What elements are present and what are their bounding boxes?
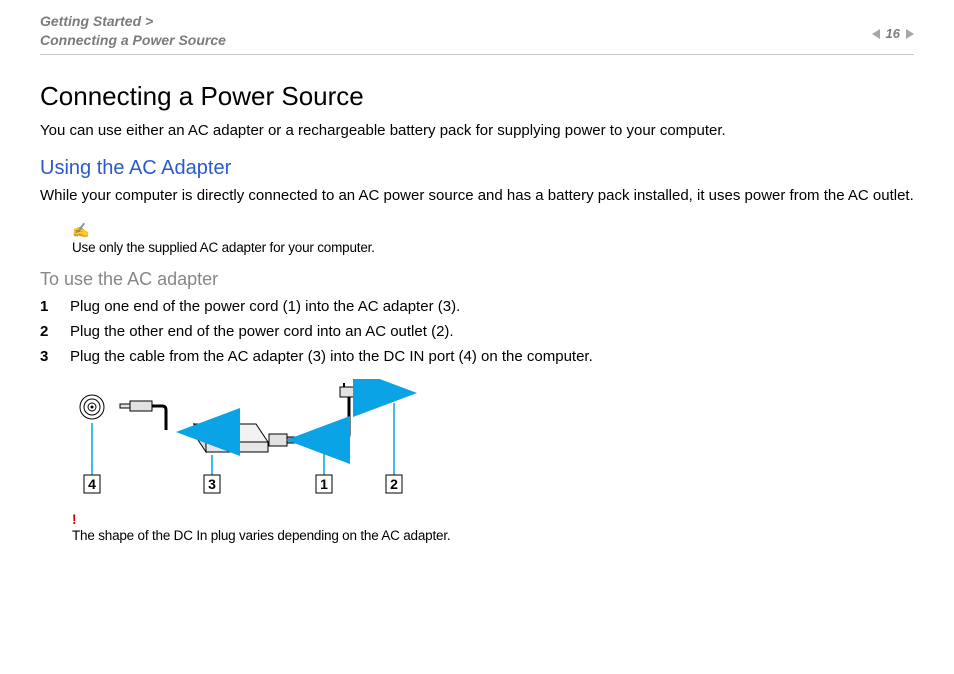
next-page-icon[interactable] xyxy=(906,29,914,39)
callout-label: 1 xyxy=(320,476,328,492)
intro-text: You can use either an AC adapter or a re… xyxy=(40,122,914,139)
steps-list: 1 Plug one end of the power cord (1) int… xyxy=(40,298,914,365)
page-number: 16 xyxy=(886,26,900,41)
document-page: Getting Started > Connecting a Power Sou… xyxy=(0,0,954,674)
dc-in-port-icon xyxy=(80,395,104,419)
note-text: Use only the supplied AC adapter for you… xyxy=(72,240,375,255)
dc-plug-icon xyxy=(120,401,166,430)
step-number: 1 xyxy=(40,298,54,315)
prev-page-icon[interactable] xyxy=(872,29,880,39)
caution-icon: ! xyxy=(72,512,914,527)
step-text: Plug the cable from the AC adapter (3) i… xyxy=(70,348,593,365)
caution-text: The shape of the DC In plug varies depen… xyxy=(72,528,450,543)
callout-label: 2 xyxy=(390,476,398,492)
pencil-note-icon: ✍ xyxy=(72,222,914,239)
page-header: Getting Started > Connecting a Power Sou… xyxy=(40,12,914,55)
breadcrumb: Getting Started > Connecting a Power Sou… xyxy=(40,12,226,50)
page-nav: 16 xyxy=(872,26,914,41)
step-item: 1 Plug one end of the power cord (1) int… xyxy=(40,298,914,315)
power-connection-diagram: 4 3 1 2 xyxy=(74,379,914,504)
breadcrumb-line-1: Getting Started > xyxy=(40,13,153,29)
step-number: 3 xyxy=(40,348,54,365)
subheading: To use the AC adapter xyxy=(40,269,914,290)
step-text: Plug one end of the power cord (1) into … xyxy=(70,298,460,315)
callout-label: 4 xyxy=(88,476,96,492)
note-block: ✍ Use only the supplied AC adapter for y… xyxy=(72,222,914,255)
step-text: Plug the other end of the power cord int… xyxy=(70,323,454,340)
section-body: While your computer is directly connecte… xyxy=(40,186,914,206)
callout-label: 3 xyxy=(208,476,216,492)
caution-block: ! The shape of the DC In plug varies dep… xyxy=(72,512,914,543)
step-number: 2 xyxy=(40,323,54,340)
section-heading: Using the AC Adapter xyxy=(40,157,914,180)
step-item: 2 Plug the other end of the power cord i… xyxy=(40,323,914,340)
page-title: Connecting a Power Source xyxy=(40,81,914,112)
step-item: 3 Plug the cable from the AC adapter (3)… xyxy=(40,348,914,365)
breadcrumb-line-2: Connecting a Power Source xyxy=(40,32,226,48)
